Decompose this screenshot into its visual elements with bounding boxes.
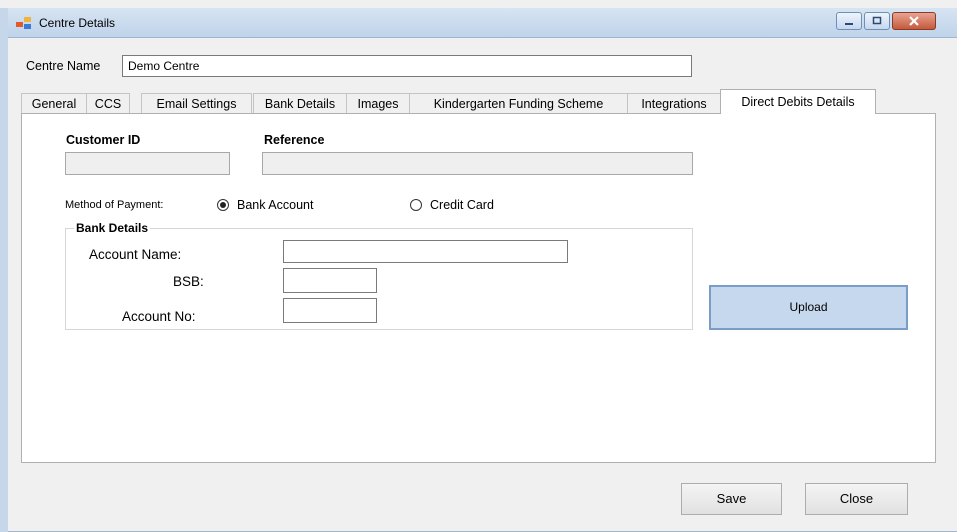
account-no-input[interactable] [284, 299, 376, 322]
credit-card-radio[interactable] [410, 199, 422, 211]
tab-email-settings[interactable]: Email Settings [141, 93, 252, 113]
account-no-field[interactable] [283, 298, 377, 323]
tab-ccs[interactable]: CCS [86, 93, 130, 113]
maximize-icon [872, 16, 882, 25]
minimize-button[interactable] [836, 12, 862, 30]
tab-kindergarten-funding-scheme[interactable]: Kindergarten Funding Scheme [409, 93, 628, 113]
upload-button[interactable]: Upload [709, 285, 908, 330]
tab-general[interactable]: General [21, 93, 87, 113]
minimize-icon [845, 23, 853, 25]
account-name-label: Account Name: [89, 247, 182, 262]
close-window-button[interactable] [892, 12, 936, 30]
centre-name-label: Centre Name [26, 59, 101, 73]
centre-name-field[interactable] [122, 55, 692, 77]
credit-card-option-label[interactable]: Credit Card [430, 198, 494, 212]
app-icon [16, 17, 31, 29]
account-name-input[interactable] [284, 241, 567, 262]
title-bar[interactable]: Centre Details [8, 8, 957, 38]
centre-details-window: Centre Details Centre Name General CCS E… [0, 0, 957, 532]
reference-label: Reference [264, 133, 325, 147]
tab-direct-debits-details[interactable]: Direct Debits Details [720, 89, 876, 114]
save-button[interactable]: Save [681, 483, 782, 515]
account-name-field[interactable] [283, 240, 568, 263]
maximize-button[interactable] [864, 12, 890, 30]
reference-input[interactable] [263, 153, 692, 174]
reference-field[interactable] [262, 152, 693, 175]
bsb-label: BSB: [173, 274, 204, 289]
bank-details-legend: Bank Details [74, 221, 151, 235]
tab-bank-details[interactable]: Bank Details [253, 93, 347, 113]
bank-account-option-label[interactable]: Bank Account [237, 198, 313, 212]
tab-integrations[interactable]: Integrations [627, 93, 721, 113]
window-title: Centre Details [39, 16, 116, 30]
centre-name-input[interactable] [123, 56, 691, 76]
customer-id-input[interactable] [66, 153, 229, 174]
account-no-label: Account No: [122, 309, 196, 324]
close-icon [909, 16, 919, 26]
method-of-payment-label: Method of Payment: [65, 199, 164, 211]
tab-images[interactable]: Images [346, 93, 410, 113]
bsb-input[interactable] [284, 269, 376, 292]
bsb-field[interactable] [283, 268, 377, 293]
customer-id-field[interactable] [65, 152, 230, 175]
bank-account-radio[interactable] [217, 199, 229, 211]
window-left-border [0, 8, 8, 532]
customer-id-label: Customer ID [66, 133, 141, 147]
close-button[interactable]: Close [805, 483, 908, 515]
radio-selected-dot [220, 202, 226, 208]
